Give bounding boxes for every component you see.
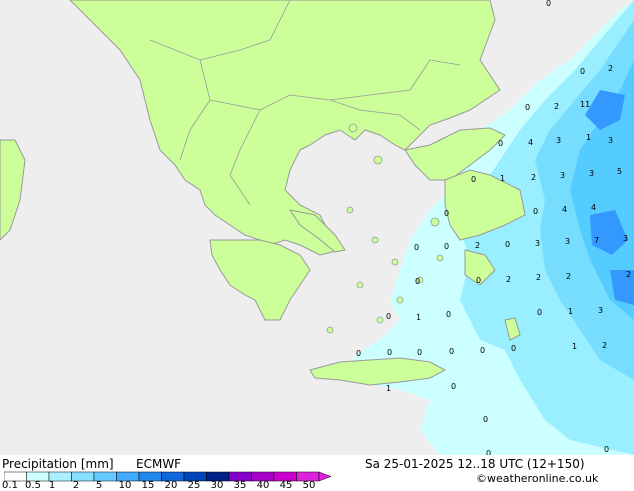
value-label: 2 xyxy=(608,64,613,73)
datetime-label: Sa 25-01-2025 12..18 UTC (12+150) xyxy=(365,457,585,471)
value-label: 2 xyxy=(536,273,541,282)
island xyxy=(430,217,440,227)
value-label: 0 xyxy=(604,445,609,454)
value-label: 1 xyxy=(586,133,591,142)
value-label: 0 xyxy=(451,382,456,391)
variable-label: Precipitation [mm] xyxy=(2,457,114,471)
value-label: 0 xyxy=(476,276,481,285)
island xyxy=(376,316,384,324)
credit-label: ©weatheronline.co.uk xyxy=(476,472,599,485)
value-label: 2 xyxy=(506,275,511,284)
value-label: 5 xyxy=(617,167,622,176)
value-label: 0 xyxy=(580,67,585,76)
value-label: 2 xyxy=(566,272,571,281)
island xyxy=(326,326,334,334)
legend-tick-label: 30 xyxy=(210,480,224,491)
value-label: 3 xyxy=(589,169,594,178)
value-label: 4 xyxy=(528,138,533,147)
value-label: 3 xyxy=(556,136,561,145)
island xyxy=(373,155,383,165)
value-label: 3 xyxy=(623,234,628,243)
value-label: 2 xyxy=(554,102,559,111)
value-label: 0 xyxy=(480,346,485,355)
island xyxy=(391,258,399,266)
value-label: 4 xyxy=(562,205,567,214)
island xyxy=(346,206,354,214)
legend-tick-label: 0.1 xyxy=(2,480,18,491)
legend-tick-label: 20 xyxy=(164,480,178,491)
value-label: 2 xyxy=(531,173,536,182)
value-label: 3 xyxy=(598,306,603,315)
value-label: 4 xyxy=(591,203,596,212)
value-label: 0 xyxy=(417,348,422,357)
value-label: 1 xyxy=(500,174,505,183)
value-label: 2 xyxy=(602,341,607,350)
legend-tick-label: 0.5 xyxy=(25,480,41,491)
value-label: 1 xyxy=(386,384,391,393)
island xyxy=(371,236,379,244)
value-label: 1 xyxy=(572,342,577,351)
value-label: 0 xyxy=(414,243,419,252)
legend-arrow xyxy=(318,471,332,482)
precipitation-map: 0 0 2 2 11 0 4 3 3 1 0 0 1 2 3 3 5 0 0 4… xyxy=(0,0,634,455)
value-label: 0 xyxy=(511,344,516,353)
value-label: 11 xyxy=(580,100,590,109)
value-label: 0 xyxy=(537,308,542,317)
value-label: 0 xyxy=(386,312,391,321)
island xyxy=(396,296,404,304)
legend-tick-label: 50 xyxy=(302,480,316,491)
value-label: 1 xyxy=(568,307,573,316)
value-label: 0 xyxy=(525,103,530,112)
legend-tick-label: 40 xyxy=(256,480,270,491)
legend-tick-label: 45 xyxy=(279,480,293,491)
legend-tick-label: 10 xyxy=(118,480,132,491)
value-label: 3 xyxy=(535,239,540,248)
value-label: 1 xyxy=(416,313,421,322)
value-label: 0 xyxy=(505,240,510,249)
value-label: 0 xyxy=(444,242,449,251)
value-label: 3 xyxy=(565,237,570,246)
value-label: 0 xyxy=(449,347,454,356)
value-label: 0 xyxy=(471,175,476,184)
value-label: 0 xyxy=(546,0,551,8)
value-label: 0 xyxy=(446,310,451,319)
value-label: 0 xyxy=(387,348,392,357)
island xyxy=(348,123,358,133)
value-label: 0 xyxy=(356,349,361,358)
legend-tick-label: 2 xyxy=(72,480,80,491)
value-label: 0 xyxy=(533,207,538,216)
value-label: 3 xyxy=(608,136,613,145)
value-label: 0 xyxy=(498,139,503,148)
legend-tick-label: 15 xyxy=(141,480,155,491)
island xyxy=(356,281,364,289)
value-label: 2 xyxy=(626,270,631,279)
legend-tick-label: 5 xyxy=(95,480,103,491)
legend-tick-label: 25 xyxy=(187,480,201,491)
model-label: ECMWF xyxy=(136,457,182,471)
island xyxy=(436,254,444,262)
value-label: 0 xyxy=(415,277,420,286)
value-label: 0 xyxy=(483,415,488,424)
value-label: 0 xyxy=(444,209,449,218)
value-label: 2 xyxy=(475,241,480,250)
legend-tick-label: 1 xyxy=(48,480,56,491)
value-label: 3 xyxy=(560,171,565,180)
value-label: 7 xyxy=(594,236,599,245)
legend-tick-label: 35 xyxy=(233,480,247,491)
